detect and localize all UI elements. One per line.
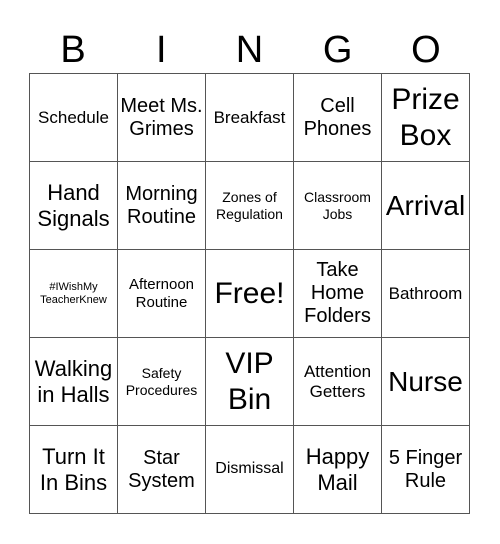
header-letter-n: N bbox=[235, 29, 264, 71]
bingo-cell[interactable]: Safety Procedures bbox=[118, 338, 206, 426]
header-letter-o: O bbox=[411, 29, 441, 71]
header-letter-i: I bbox=[156, 29, 167, 71]
bingo-cell[interactable]: Bathroom bbox=[382, 250, 470, 338]
bingo-cell[interactable]: Turn It In Bins bbox=[30, 426, 118, 514]
bingo-cell[interactable]: Afternoon Routine bbox=[118, 250, 206, 338]
bingo-cell[interactable]: Hand Signals bbox=[30, 162, 118, 250]
header-letter-b: B bbox=[60, 29, 86, 71]
bingo-cell[interactable]: VIP Bin bbox=[206, 338, 294, 426]
bingo-cell[interactable]: Schedule bbox=[30, 74, 118, 162]
bingo-cell[interactable]: Cell Phones bbox=[294, 74, 382, 162]
bingo-cell[interactable]: Dismissal bbox=[206, 426, 294, 514]
bingo-board: Schedule Meet Ms. Grimes Breakfast Cell … bbox=[29, 73, 470, 514]
bingo-cell[interactable]: Walking in Halls bbox=[30, 338, 118, 426]
bingo-cell[interactable]: Happy Mail bbox=[294, 426, 382, 514]
bingo-cell[interactable]: Meet Ms. Grimes bbox=[118, 74, 206, 162]
bingo-cell[interactable]: Prize Box bbox=[382, 74, 470, 162]
bingo-cell[interactable]: Zones of Regulation bbox=[206, 162, 294, 250]
header-letter-g: G bbox=[322, 29, 353, 71]
bingo-cell[interactable]: Arrival bbox=[382, 162, 470, 250]
bingo-cell[interactable]: Nurse bbox=[382, 338, 470, 426]
bingo-cell[interactable]: Star System bbox=[118, 426, 206, 514]
bingo-cell[interactable]: Breakfast bbox=[206, 74, 294, 162]
bingo-cell[interactable]: Attention Getters bbox=[294, 338, 382, 426]
bingo-cell[interactable]: 5 Finger Rule bbox=[382, 426, 470, 514]
bingo-cell[interactable]: Take Home Folders bbox=[294, 250, 382, 338]
free-space-cell[interactable]: Free! bbox=[206, 250, 294, 338]
bingo-cell[interactable]: #IWishMy TeacherKnew bbox=[30, 250, 118, 338]
bingo-cell[interactable]: Morning Routine bbox=[118, 162, 206, 250]
bingo-cell[interactable]: Classroom Jobs bbox=[294, 162, 382, 250]
bingo-header: B I N G O bbox=[29, 28, 470, 73]
